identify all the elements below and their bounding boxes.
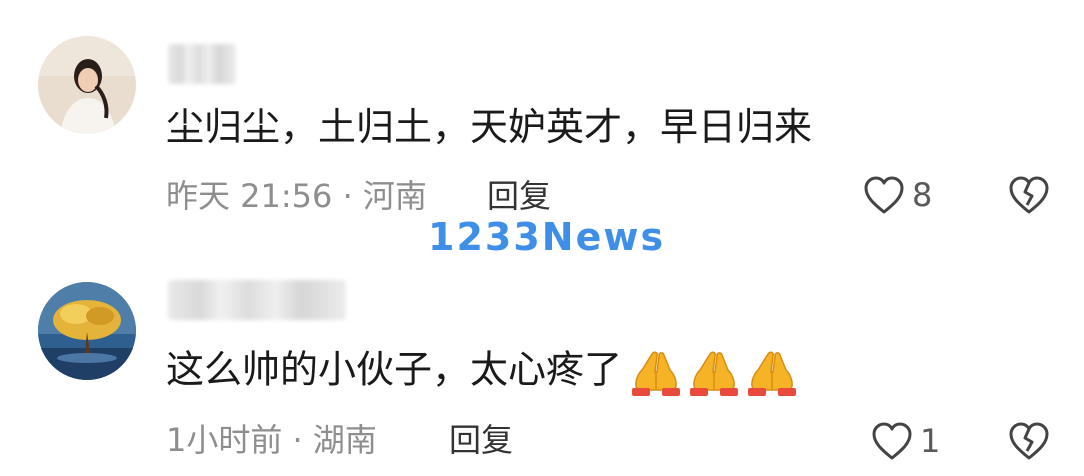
comment-item: 这么帅的小伙子，太心疼了 1小时前 · 湖南 回复 1 xyxy=(0,238,1084,476)
folded-hands-icon xyxy=(690,351,739,396)
dislike-button[interactable] xyxy=(1006,174,1052,220)
avatar-golden-tree-icon xyxy=(38,282,136,380)
comment-text: 这么帅的小伙子，太心疼了 xyxy=(166,346,802,398)
like-button[interactable]: 1 xyxy=(870,420,940,462)
heart-icon xyxy=(872,422,912,460)
username-blurred xyxy=(168,280,346,320)
avatar[interactable] xyxy=(38,36,136,134)
broken-heart-icon xyxy=(1009,176,1049,214)
comment-time-location: 昨天 21:56 · 河南 xyxy=(166,177,427,215)
emoji-group xyxy=(628,346,802,398)
folded-hands-icon xyxy=(632,351,681,396)
comment-item: 尘归尘，土归土，天妒英才，早日归来 昨天 21:56 · 河南 回复 8 xyxy=(0,0,1084,238)
avatar[interactable] xyxy=(38,282,136,380)
like-count: 1 xyxy=(920,422,941,460)
reply-button[interactable]: 回复 xyxy=(449,420,513,460)
username-blurred xyxy=(168,44,236,84)
comment-text: 尘归尘，土归土，天妒英才，早日归来 xyxy=(166,105,813,149)
dislike-button[interactable] xyxy=(1006,420,1052,466)
like-button[interactable]: 8 xyxy=(862,174,932,216)
like-count: 8 xyxy=(912,176,933,214)
folded-hands-icon xyxy=(748,351,797,396)
comment-time-location: 1小时前 · 湖南 xyxy=(166,421,377,459)
comment-text-content: 这么帅的小伙子，太心疼了 xyxy=(166,347,623,392)
reply-button[interactable]: 回复 xyxy=(487,176,551,216)
heart-icon xyxy=(864,176,904,214)
avatar-woman-photo-icon xyxy=(38,36,136,134)
broken-heart-icon xyxy=(1009,422,1049,460)
